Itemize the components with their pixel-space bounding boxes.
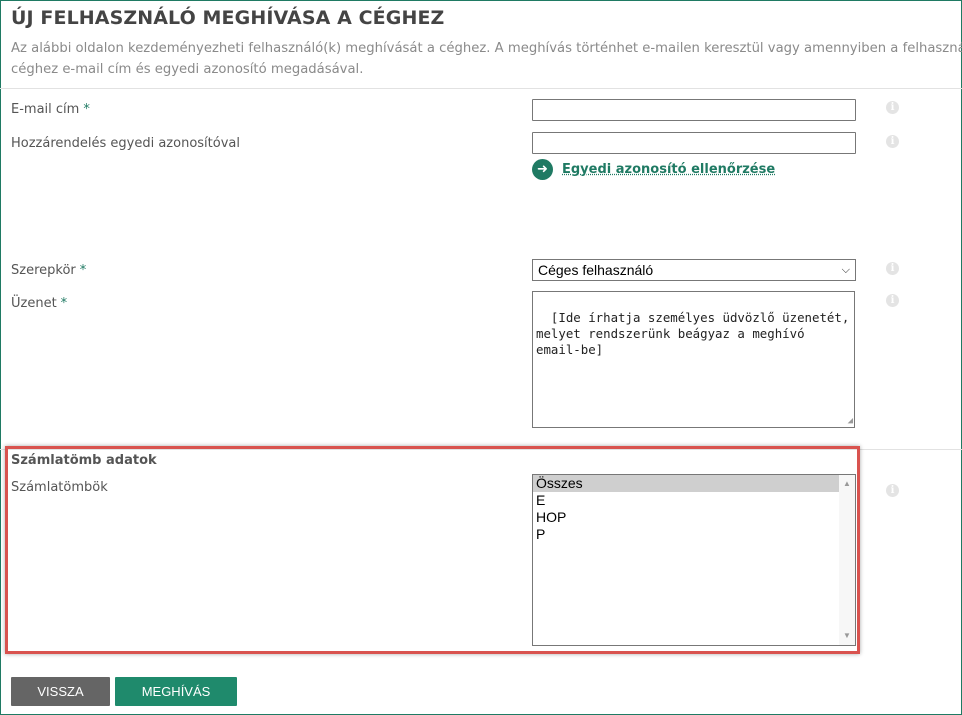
check-unique-id-label: Egyedi azonosító ellenőrzése: [562, 162, 776, 177]
back-button[interactable]: VISSZA: [11, 677, 110, 706]
page-title: ÚJ FELHASZNÁLÓ MEGHÍVÁSA A CÉGHEZ: [11, 7, 445, 29]
page-description: Az alábbi oldalon kezdeményezheti felhas…: [11, 38, 962, 80]
email-info-icon[interactable]: i: [886, 101, 899, 114]
listbox-option[interactable]: Összes: [533, 475, 839, 492]
required-marker: *: [79, 263, 87, 278]
description-line-1: Az alábbi oldalon kezdeményezheti felhas…: [11, 41, 962, 56]
required-marker: *: [83, 102, 90, 117]
role-select[interactable]: Céges felhasználó ⌵: [532, 259, 856, 281]
resize-grip-icon[interactable]: ◢: [848, 417, 853, 426]
invoice-blocks-listbox[interactable]: Összes E HOP P ▲ ▼: [532, 474, 856, 646]
email-label: E-mail cím *: [11, 102, 90, 117]
role-label-text: Szerepkör: [11, 263, 76, 278]
description-line-2: céghez e-mail cím és egyedi azonosító me…: [11, 62, 364, 77]
message-text: [Ide írhatja személyes üdvözlő üzenetét,…: [536, 310, 850, 357]
role-selected-value: Céges felhasználó: [538, 262, 654, 278]
listbox-scrollbar[interactable]: ▲ ▼: [839, 475, 855, 645]
message-label-text: Üzenet: [11, 296, 57, 311]
check-unique-id-link[interactable]: ➜ Egyedi azonosító ellenőrzése: [532, 159, 775, 180]
message-label: Üzenet *: [11, 296, 67, 311]
invoice-blocks-label: Számlatömbök: [11, 480, 108, 495]
email-field[interactable]: [532, 99, 856, 121]
message-info-icon[interactable]: i: [886, 294, 899, 307]
chevron-down-icon: ⌵: [841, 263, 850, 276]
role-label: Szerepkör *: [11, 263, 86, 278]
divider: [0, 88, 962, 89]
arrow-right-circle-icon: ➜: [532, 159, 553, 180]
email-label-text: E-mail cím: [11, 102, 80, 117]
invoice-blocks-info-icon[interactable]: i: [886, 484, 899, 497]
scroll-down-icon[interactable]: ▼: [839, 629, 855, 643]
unique-id-field[interactable]: [532, 132, 856, 154]
listbox-option[interactable]: P: [533, 526, 839, 543]
required-marker: *: [60, 296, 68, 311]
unique-id-info-icon[interactable]: i: [886, 135, 899, 148]
invoice-section-title: Számlatömb adatok: [11, 453, 157, 468]
message-textarea[interactable]: [Ide írhatja személyes üdvözlő üzenetét,…: [532, 291, 855, 428]
listbox-option[interactable]: HOP: [533, 509, 839, 526]
scroll-up-icon[interactable]: ▲: [839, 477, 855, 491]
listbox-option[interactable]: E: [533, 492, 839, 509]
invite-button[interactable]: MEGHÍVÁS: [115, 677, 237, 706]
unique-id-label: Hozzárendelés egyedi azonosítóval: [11, 136, 240, 151]
role-info-icon[interactable]: i: [886, 262, 899, 275]
